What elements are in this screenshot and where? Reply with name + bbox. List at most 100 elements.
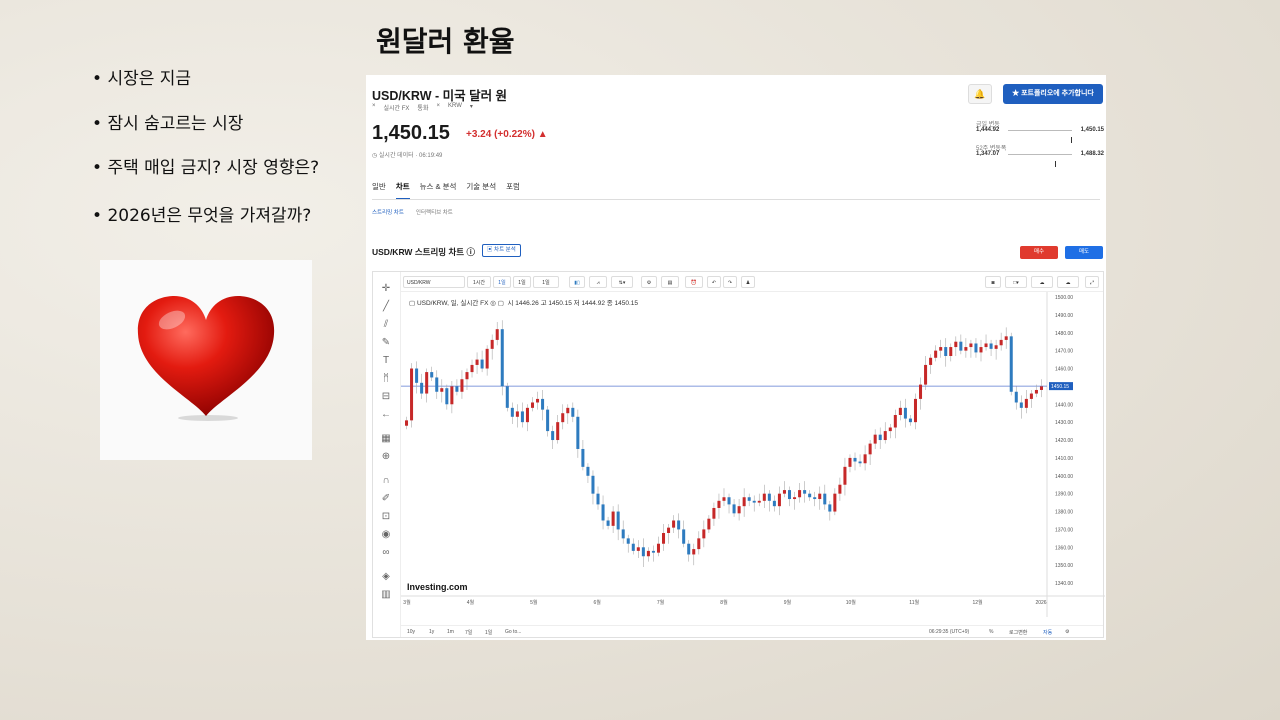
subtab-interactive[interactable]: 인터랙티브 차트: [416, 208, 453, 216]
candle-body: [405, 420, 409, 426]
candle-body: [944, 347, 948, 356]
y-tick-label: 1420.00: [1055, 438, 1073, 444]
y-tick-label: 1390.00: [1055, 492, 1073, 498]
candlestick-plot[interactable]: 1500.00 1490.00 1480.00 1470.00 1460.00 1450.…: [401, 292, 1105, 617]
log-toggle[interactable]: 로그변환: [1009, 629, 1027, 636]
heart-image: [100, 260, 312, 460]
settings-icon[interactable]: ⚙: [641, 276, 657, 288]
pitchfork-icon[interactable]: ⫽: [379, 318, 393, 332]
buy-button[interactable]: 매도: [1065, 246, 1103, 259]
range-1m[interactable]: 1m: [447, 629, 454, 635]
interval-dropdown[interactable]: 1일: [533, 276, 559, 288]
pattern-icon[interactable]: ᛗ: [379, 372, 393, 386]
trendline-icon[interactable]: ╱: [379, 300, 393, 314]
fullscreen-icon[interactable]: ⤢: [1085, 276, 1099, 288]
magnet-icon[interactable]: ∩: [379, 474, 393, 488]
candles-icon[interactable]: ▮▯: [569, 276, 585, 288]
camera-icon[interactable]: ◙: [985, 276, 1001, 288]
candle-body: [858, 461, 862, 464]
candle-body: [505, 386, 509, 408]
trash-icon[interactable]: ▥: [379, 588, 393, 602]
candle-body: [616, 511, 620, 530]
drawing-tools: ✛ ╱ ⫽ ✎ T ᛗ ⊟ ← ▦ ⊕ ∩ ✐ ⊡ ◉ ∞ ◈ ▥: [373, 272, 401, 637]
zoom-icon[interactable]: ⊕: [379, 450, 393, 464]
range-1d[interactable]: 1일: [485, 629, 492, 636]
add-portfolio-button[interactable]: ★ 포트폴리오에 추가합니다: [1003, 84, 1103, 104]
slide-title: 원달러 환율: [376, 25, 515, 58]
y-tick-label: 1500.00: [1055, 295, 1073, 301]
undo-icon[interactable]: ↶: [707, 276, 721, 288]
candle-body: [767, 493, 771, 501]
week52-range: 52주 변동폭 1,347.07 1,488.32: [976, 143, 1104, 167]
range-1y[interactable]: 1y: [429, 629, 434, 635]
candle-body: [561, 413, 565, 423]
x-tick-label: 3월: [403, 599, 411, 606]
candle-body: [611, 511, 615, 526]
tab-news[interactable]: 뉴스 & 분석: [420, 181, 457, 200]
brush-icon[interactable]: ✎: [379, 336, 393, 350]
symbol-search[interactable]: USD/KRW: [403, 276, 465, 288]
x-tick-label: 12월: [973, 599, 984, 606]
alert-button[interactable]: 🔔: [968, 84, 992, 104]
auto-toggle[interactable]: 자동: [1043, 629, 1052, 636]
y-tick-label: 1380.00: [1055, 510, 1073, 516]
bell-icon[interactable]: ♟: [741, 276, 755, 288]
candle-body: [863, 454, 867, 464]
candle-body: [989, 343, 993, 349]
sell-button[interactable]: 매수: [1020, 246, 1058, 259]
pencil-lock-icon[interactable]: ✐: [379, 492, 393, 506]
range-7d[interactable]: 7일: [465, 629, 472, 636]
y-tick-label: 1460.00: [1055, 367, 1073, 373]
tab-forum[interactable]: 포럼: [506, 181, 520, 200]
bullet-item: 2026년은 무엇을 가져갈까?: [92, 201, 311, 226]
redo-icon[interactable]: ↷: [723, 276, 737, 288]
layers-icon[interactable]: ◈: [379, 570, 393, 584]
compare-icon[interactable]: ⇅▾: [611, 276, 633, 288]
interval-button[interactable]: 1시간: [467, 276, 491, 288]
candle-body: [954, 341, 958, 348]
range-10y[interactable]: 10y: [407, 629, 415, 635]
candle-body: [898, 407, 902, 415]
day-range: 금일 변동 1,444.92 1,450.15: [976, 119, 1104, 143]
candle-body: [596, 493, 600, 505]
template-icon[interactable]: ▤: [661, 276, 679, 288]
tag: ▾: [469, 104, 473, 110]
percent-toggle[interactable]: %: [989, 629, 993, 635]
tab-technical[interactable]: 기술 분석: [466, 181, 496, 200]
x-tick-label: 5월: [530, 599, 538, 606]
tab-chart[interactable]: 차트: [395, 181, 410, 200]
subtab-streaming[interactable]: 스트리밍 차트: [372, 208, 404, 216]
chart-bottom-bar: 10y 1y 1m 7일 1일 Go to... 06:29:35 (UTC+9…: [401, 625, 1103, 637]
tag: 통화: [417, 106, 429, 112]
goto-date[interactable]: Go to...: [505, 629, 521, 635]
candle-body: [677, 520, 681, 530]
candle-body: [500, 329, 504, 387]
measure-icon[interactable]: ⊟: [379, 390, 393, 404]
chart-settings-icon[interactable]: ⚙: [1065, 629, 1069, 635]
x-tick-label: 8월: [720, 599, 728, 606]
interval-option[interactable]: 1일: [513, 276, 531, 288]
candle-body: [762, 493, 766, 501]
indicators-icon[interactable]: ⩘: [589, 276, 607, 288]
back-arrow-icon[interactable]: ←: [379, 408, 393, 422]
alert-icon[interactable]: ⏰: [685, 276, 703, 288]
ruler-icon[interactable]: ▦: [379, 432, 393, 446]
interval-1d-button[interactable]: 1일: [493, 276, 511, 288]
candle-body: [551, 431, 555, 441]
link-icon[interactable]: ∞: [379, 546, 393, 560]
eye-icon[interactable]: ◉: [379, 528, 393, 542]
tab-general[interactable]: 일반: [372, 181, 386, 200]
text-icon[interactable]: T: [379, 354, 393, 368]
crosshair-icon[interactable]: ✛: [379, 282, 393, 296]
chart-title: USD/KRW 스트리밍 차트 ⓘ: [372, 247, 475, 257]
candle-body: [541, 398, 545, 410]
chart-analysis-button[interactable]: ▣ 차트 분석: [482, 244, 521, 257]
candle-body: [520, 411, 524, 423]
lock-icon[interactable]: ⊡: [379, 510, 393, 524]
layout-icon[interactable]: □▾: [1005, 276, 1027, 288]
candle-body: [828, 504, 832, 512]
cloud-icon[interactable]: ☁: [1031, 276, 1053, 288]
clock-readout: 06:29:35 (UTC+9): [929, 629, 970, 635]
cloud-save-icon[interactable]: ☁: [1057, 276, 1079, 288]
candle-body: [485, 348, 489, 369]
